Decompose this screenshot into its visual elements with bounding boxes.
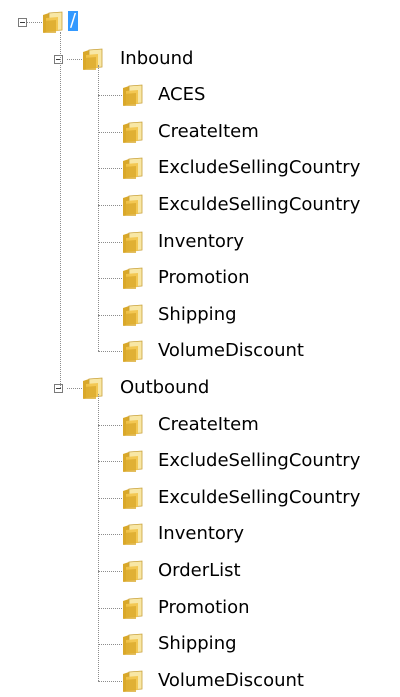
- group-0-item-6-label[interactable]: Shipping: [158, 304, 237, 326]
- group-1-item-1-label[interactable]: ExcludeSellingCountry: [158, 450, 360, 472]
- group-1-item-5-label[interactable]: Promotion: [158, 597, 250, 619]
- group-1-item-3-label[interactable]: Inventory: [158, 523, 244, 545]
- group-1-item-5-folder-icon: [120, 596, 146, 620]
- item-connector: [98, 461, 122, 462]
- group-0-item-2-folder-icon: [120, 156, 146, 180]
- group-1-label[interactable]: Outbound: [120, 377, 209, 399]
- group-0-item-3-folder-icon: [120, 193, 146, 217]
- group-1-item-0-label[interactable]: CreateItem: [158, 414, 259, 436]
- group-0-folder-icon: [80, 47, 106, 71]
- group-0-label[interactable]: Inbound: [120, 48, 193, 70]
- group-0-item-7-label[interactable]: VolumeDiscount: [158, 340, 304, 362]
- item-connector: [98, 278, 122, 279]
- item-connector: [98, 681, 122, 682]
- group-1-item-2-label[interactable]: ExculdeSellingCountry: [158, 487, 360, 509]
- item-connector: [98, 571, 122, 572]
- group-0-item-5-label[interactable]: Promotion: [158, 267, 250, 289]
- item-connector: [98, 644, 122, 645]
- group-0-collapse-minus-icon[interactable]: [54, 55, 63, 64]
- group-1-item-4-folder-icon: [120, 559, 146, 583]
- root-collapse-minus-icon[interactable]: [18, 18, 27, 27]
- item-connector: [98, 425, 122, 426]
- group-1-item-3-folder-icon: [120, 522, 146, 546]
- group-0-item-0-label[interactable]: ACES: [158, 84, 205, 106]
- group-0-item-2-label[interactable]: ExcludeSellingCountry: [158, 157, 360, 179]
- item-connector: [98, 242, 122, 243]
- item-connector: [98, 95, 122, 96]
- group-1-item-2-folder-icon: [120, 486, 146, 510]
- root-trunk: [60, 32, 61, 388]
- group-0-trunk: [98, 65, 99, 351]
- group-1-item-7-label[interactable]: VolumeDiscount: [158, 670, 304, 692]
- item-connector: [98, 132, 122, 133]
- group-1-item-1-folder-icon: [120, 449, 146, 473]
- group-0-item-7-folder-icon: [120, 339, 146, 363]
- group-1-collapse-minus-icon[interactable]: [54, 384, 63, 393]
- group-0-item-4-folder-icon: [120, 230, 146, 254]
- item-connector: [98, 315, 122, 316]
- item-connector: [98, 351, 122, 352]
- group-1-item-6-folder-icon: [120, 632, 146, 656]
- group-0-item-1-folder-icon: [120, 120, 146, 144]
- item-connector: [98, 168, 122, 169]
- group-0-item-4-label[interactable]: Inventory: [158, 231, 244, 253]
- group-1-item-7-folder-icon: [120, 669, 146, 693]
- group-1-trunk: [98, 394, 99, 681]
- item-connector: [98, 534, 122, 535]
- group-0-item-5-folder-icon: [120, 266, 146, 290]
- item-connector: [98, 608, 122, 609]
- group-1-item-4-label[interactable]: OrderList: [158, 560, 241, 582]
- root-label[interactable]: /: [68, 11, 79, 31]
- group-0-item-1-label[interactable]: CreateItem: [158, 121, 259, 143]
- group-1-item-0-folder-icon: [120, 413, 146, 437]
- root-folder-icon: [40, 10, 66, 34]
- group-1-item-6-label[interactable]: Shipping: [158, 633, 237, 655]
- group-0-item-0-folder-icon: [120, 83, 146, 107]
- group-0-item-3-label[interactable]: ExculdeSellingCountry: [158, 194, 360, 216]
- group-0-item-6-folder-icon: [120, 303, 146, 327]
- folder-tree: / Inbound ACES CreateItem ExcludeSellingCoun…: [0, 0, 400, 692]
- item-connector: [98, 205, 122, 206]
- item-connector: [98, 498, 122, 499]
- group-1-folder-icon: [80, 376, 106, 400]
